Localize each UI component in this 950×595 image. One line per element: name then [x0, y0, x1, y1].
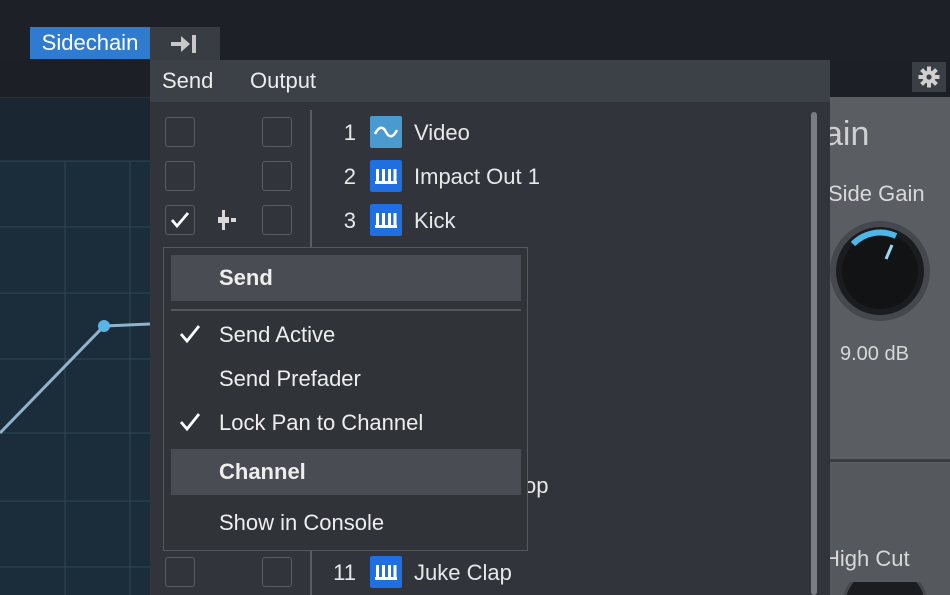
panel-title: ain	[824, 115, 870, 153]
send-context-menu: Send Send Active Send Prefader Lock Pan …	[163, 247, 528, 551]
send-checkbox[interactable]	[165, 117, 195, 147]
sidechain-button[interactable]: Sidechain	[30, 27, 150, 59]
send-checkbox[interactable]	[165, 557, 195, 587]
compressor-graph[interactable]	[0, 97, 150, 595]
output-checkbox[interactable]	[262, 161, 292, 191]
track-name[interactable]: Video	[414, 120, 470, 146]
menu-section-send: Send	[171, 255, 521, 301]
menu-item-lock-pan[interactable]: Lock Pan to Channel	[164, 403, 527, 443]
output-checkbox[interactable]	[262, 117, 292, 147]
send-checkbox[interactable]	[165, 161, 195, 191]
popup-header: Send Output	[150, 60, 830, 102]
checkmark-icon	[179, 325, 201, 344]
menu-item-label: Send Active	[219, 322, 336, 347]
menu-item-label: Show in Console	[219, 510, 385, 535]
track-name[interactable]: Juke Clap	[414, 560, 512, 586]
settings-button[interactable]	[912, 62, 946, 92]
keyboard-icon	[370, 204, 402, 236]
checkmark-icon	[170, 212, 190, 229]
side-gain-label: Side Gain	[828, 181, 925, 206]
pan-lock-icon[interactable]	[218, 210, 238, 235]
track-number: 11	[333, 560, 356, 585]
tab-output[interactable]: Output	[250, 60, 316, 102]
menu-item-label: Lock Pan to Channel	[219, 410, 424, 435]
keyboard-icon	[370, 556, 402, 588]
side-gain-value: 9.00 dB	[840, 343, 909, 365]
right-panel: ain Side Gain 9.00 dB High Cut	[818, 97, 950, 595]
menu-item-send-prefader[interactable]: Send Prefader	[164, 359, 527, 399]
track-name[interactable]: Impact Out 1	[414, 164, 540, 190]
menu-item-show-in-console[interactable]: Show in Console	[164, 503, 527, 543]
threshold-handle[interactable]	[98, 320, 110, 332]
send-checkbox[interactable]	[165, 205, 195, 235]
menu-separator	[171, 309, 521, 311]
track-number: 2	[343, 164, 356, 189]
side-gain-knob[interactable]	[828, 219, 932, 323]
route-button[interactable]	[150, 27, 220, 60]
checkmark-icon	[179, 413, 201, 432]
waveform-icon	[370, 116, 402, 148]
output-checkbox[interactable]	[262, 205, 292, 235]
track-number: 3	[343, 208, 356, 233]
track-name[interactable]: Kick	[414, 208, 456, 234]
menu-item-label: Send Prefader	[219, 366, 361, 391]
track-number: 1	[343, 120, 356, 145]
output-checkbox[interactable]	[262, 557, 292, 587]
high-cut-knob[interactable]	[840, 582, 930, 595]
gear-icon	[918, 66, 940, 88]
keyboard-icon	[370, 160, 402, 192]
high-cut-label: High Cut	[824, 546, 910, 571]
scrollbar[interactable]	[811, 112, 817, 595]
tab-send[interactable]: Send	[162, 60, 213, 102]
menu-section-channel: Channel	[171, 449, 521, 495]
arrow-to-bar-icon	[171, 34, 196, 53]
menu-item-send-active[interactable]: Send Active	[164, 315, 527, 355]
